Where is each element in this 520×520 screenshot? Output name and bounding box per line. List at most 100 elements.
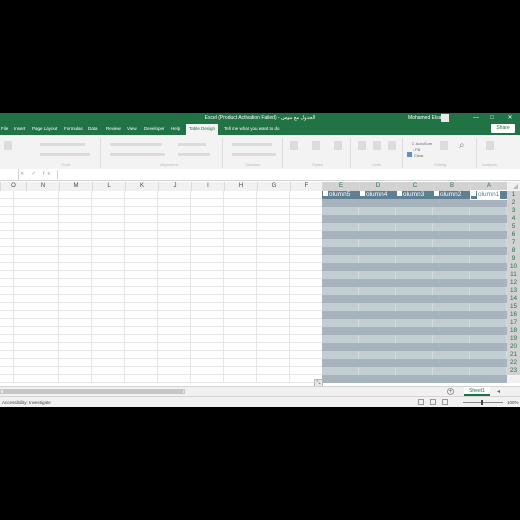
wrap-text-control (178, 143, 206, 146)
filter-dropdown-icon[interactable] (360, 190, 365, 196)
table-header-column2[interactable]: olumn2 (434, 190, 470, 199)
column-header-d[interactable]: D (359, 182, 396, 191)
row-header-14[interactable]: 14 (507, 295, 520, 303)
column-header-f[interactable]: F (290, 182, 322, 191)
table-header-column3[interactable]: olumn3 (397, 190, 433, 199)
column-header-n[interactable]: N (26, 182, 59, 191)
column-header-h[interactable]: H (224, 182, 257, 191)
zoom-slider[interactable] (463, 402, 503, 403)
column-header-j[interactable]: J (158, 182, 191, 191)
analyze-data-icon[interactable] (486, 141, 494, 150)
row-header-6[interactable]: 6 (507, 231, 520, 239)
format-cells-icon[interactable] (388, 141, 396, 150)
find-select-icon[interactable]: ⌕ (459, 140, 469, 154)
filter-dropdown-icon[interactable] (434, 190, 439, 196)
row-header-2[interactable]: 2 (507, 199, 520, 207)
excel-table[interactable]: olumn5 olumn4 olumn3 olumn2 olumn1 (322, 190, 508, 383)
add-sheet-button[interactable]: + (447, 388, 454, 395)
filter-dropdown-icon[interactable] (397, 190, 402, 196)
tell-me-search[interactable]: Tell me what you want to do (224, 126, 280, 131)
tab-insert[interactable]: Insert (14, 126, 25, 131)
row-header-1[interactable]: 1 (507, 191, 520, 199)
table-header-column4[interactable]: olumn4 (360, 190, 396, 199)
tab-formulas[interactable]: Formulas (64, 126, 83, 131)
row-header-17[interactable]: 17 (507, 319, 520, 327)
sheet-nav-arrow-icon[interactable]: ◂ (497, 388, 500, 395)
group-label-cells: Cells (372, 162, 381, 167)
share-button[interactable]: Share (491, 124, 515, 133)
column-header-a[interactable]: A (470, 182, 507, 191)
normal-view-button[interactable] (418, 399, 424, 405)
column-header-g[interactable]: G (257, 182, 290, 191)
column-header-b[interactable]: B (433, 182, 470, 191)
column-header-i[interactable]: I (191, 182, 224, 191)
name-box[interactable] (0, 169, 19, 180)
row-header-22[interactable]: 22 (507, 359, 520, 367)
column-header-e[interactable]: E (322, 182, 359, 191)
row-header-20[interactable]: 20 (507, 343, 520, 351)
format-as-table-icon[interactable] (312, 141, 320, 150)
zoom-level[interactable]: 100% (507, 400, 519, 405)
row-header-19[interactable]: 19 (507, 335, 520, 343)
row-header-21[interactable]: 21 (507, 351, 520, 359)
tab-help[interactable]: Help (171, 126, 180, 131)
autosum-button[interactable]: Σ AutoSum (412, 141, 432, 146)
scrollbar-thumb[interactable] (3, 390, 183, 393)
column-header-k[interactable]: K (125, 182, 158, 191)
sort-filter-icon[interactable] (440, 141, 448, 150)
row-header-12[interactable]: 12 (507, 279, 520, 287)
row-header-3[interactable]: 3 (507, 207, 520, 215)
tab-view[interactable]: View (127, 126, 137, 131)
table-header-column1[interactable]: olumn1 (470, 190, 508, 200)
tab-data[interactable]: Data (88, 126, 98, 131)
row-header-11[interactable]: 11 (507, 271, 520, 279)
alignment-controls-2 (110, 153, 165, 156)
row-header-8[interactable]: 8 (507, 247, 520, 255)
row-header-18[interactable]: 18 (507, 327, 520, 335)
tab-file[interactable]: File (1, 126, 8, 131)
conditional-formatting-icon[interactable] (290, 141, 298, 150)
page-layout-view-button[interactable] (430, 399, 436, 405)
cell-styles-icon[interactable] (334, 141, 342, 150)
close-button[interactable]: ✕ (504, 113, 516, 123)
row-header-13[interactable]: 13 (507, 287, 520, 295)
filter-dropdown-icon[interactable] (471, 190, 476, 196)
horizontal-scrollbar[interactable] (0, 389, 185, 394)
row-header-23[interactable]: 23 (507, 367, 520, 375)
accessibility-status[interactable]: Accessibility: Investigate (2, 400, 51, 405)
tab-page-layout[interactable]: Page Layout (32, 126, 57, 131)
zoom-slider-knob[interactable] (481, 400, 483, 405)
row-header-15[interactable]: 15 (507, 303, 520, 311)
table-header-column5[interactable]: olumn5 (323, 190, 359, 199)
avatar[interactable] (441, 114, 449, 122)
page-break-view-button[interactable] (442, 399, 448, 405)
row-header-10[interactable]: 10 (507, 263, 520, 271)
column-header-c[interactable]: C (396, 182, 433, 191)
tab-review[interactable]: Review (106, 126, 121, 131)
formula-input[interactable] (60, 169, 520, 180)
insert-cells-icon[interactable] (358, 141, 366, 150)
select-all-corner[interactable] (507, 182, 520, 191)
row-header-4[interactable]: 4 (507, 215, 520, 223)
alignment-controls (110, 143, 162, 146)
maximize-button[interactable]: □ (486, 113, 498, 123)
tab-developer[interactable]: Developer (144, 126, 165, 131)
column-header-o[interactable]: O (0, 182, 26, 191)
paste-icon[interactable] (4, 141, 12, 150)
column-header-l[interactable]: L (92, 182, 125, 191)
column-header-m[interactable]: M (59, 182, 92, 191)
delete-cells-icon[interactable] (373, 141, 381, 150)
row-header-9[interactable]: 9 (507, 255, 520, 263)
tab-table-design[interactable]: Table Design (186, 124, 219, 135)
clear-button[interactable]: Clear (414, 153, 424, 158)
row-header-16[interactable]: 16 (507, 311, 520, 319)
row-header-7[interactable]: 7 (507, 239, 520, 247)
sheet-tab-sheet1[interactable]: Sheet1 (464, 387, 490, 396)
divider (222, 138, 223, 168)
minimize-button[interactable]: — (470, 113, 482, 123)
formula-bar-icons[interactable]: ✕ ✓ fx (20, 171, 53, 177)
filter-dropdown-icon[interactable] (323, 190, 328, 196)
fill-button[interactable]: ↓ Fill (412, 147, 420, 152)
row-header-5[interactable]: 5 (507, 223, 520, 231)
table-body[interactable] (322, 199, 507, 383)
